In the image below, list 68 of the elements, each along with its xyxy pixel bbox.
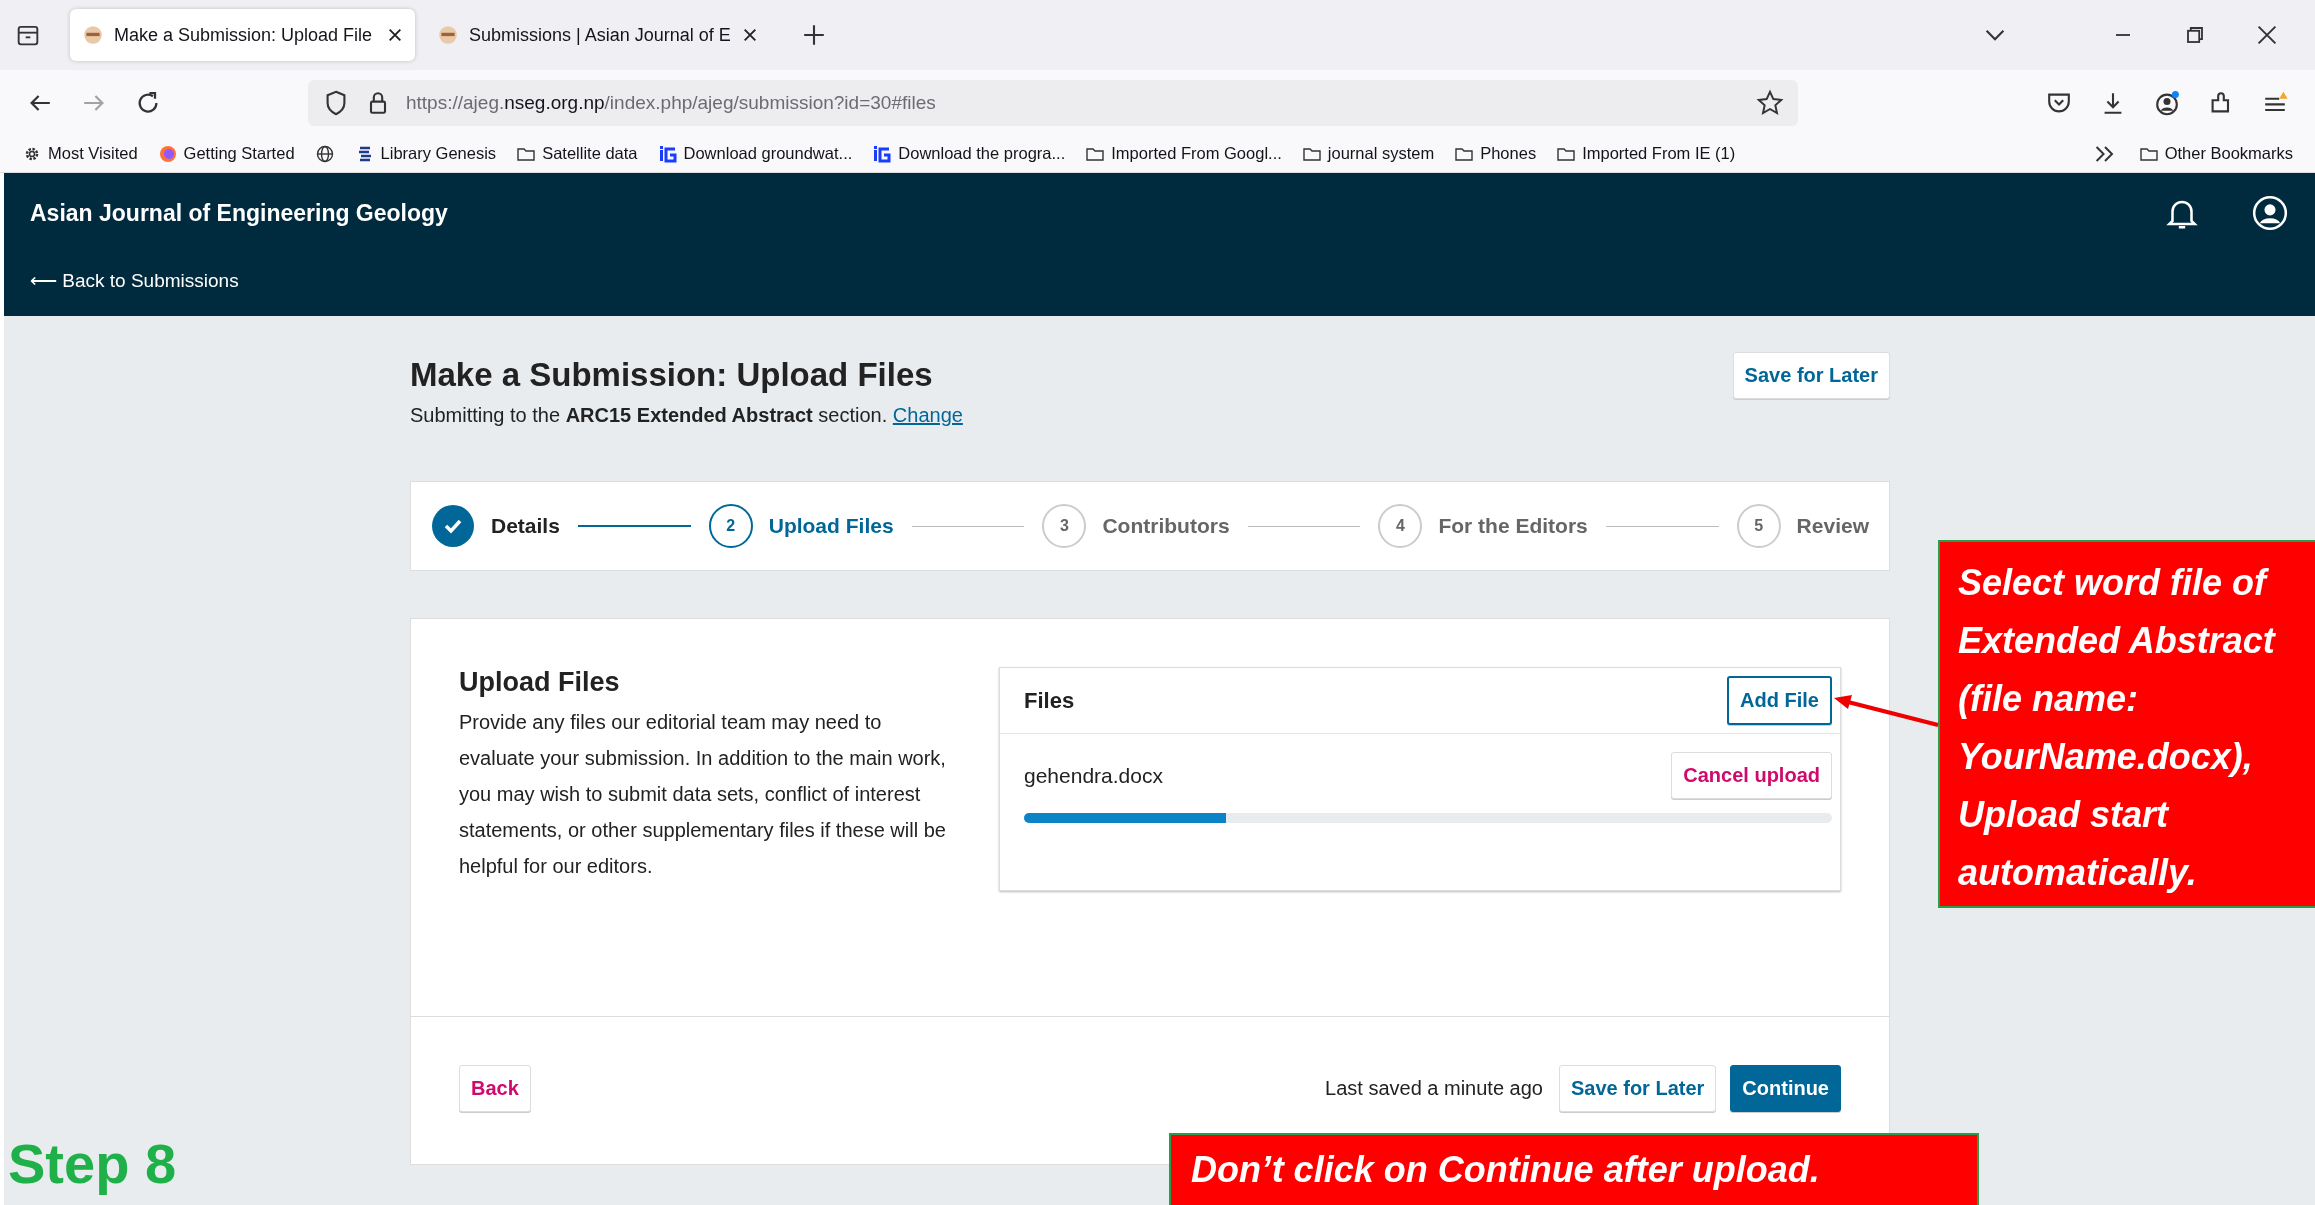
star-icon[interactable] bbox=[1756, 88, 1784, 117]
site-logo-icon bbox=[657, 143, 678, 164]
site-favicon bbox=[82, 24, 104, 46]
globe-icon[interactable] bbox=[314, 143, 335, 164]
cancel-upload-button[interactable]: Cancel upload bbox=[1671, 752, 1832, 799]
step-tab[interactable]: 2 Upload Files bbox=[708, 504, 894, 548]
bookmark-item[interactable]: Library Genesis bbox=[354, 143, 497, 164]
bookmark-item[interactable]: Other Bookmarks bbox=[2138, 143, 2293, 164]
browser-tab[interactable]: Submissions | Asian Journal of E bbox=[425, 9, 770, 61]
tab-title: Make a Submission: Upload File bbox=[114, 24, 374, 46]
step-tab[interactable]: Details bbox=[431, 504, 560, 548]
last-saved-text: Last saved a minute ago bbox=[1325, 1077, 1543, 1100]
panel-title: Files bbox=[1024, 687, 1075, 714]
bookmark-item[interactable]: Download the progra... bbox=[872, 143, 1066, 164]
site-favicon bbox=[437, 24, 459, 46]
back-link[interactable]: ⟵ Back to Submissions bbox=[30, 269, 2289, 292]
close-icon[interactable] bbox=[387, 27, 403, 43]
user-avatar-icon[interactable] bbox=[2251, 194, 2289, 232]
step-number: 5 bbox=[1736, 504, 1781, 548]
close-icon[interactable] bbox=[742, 27, 758, 43]
step-label: Step 8 bbox=[8, 1131, 177, 1196]
save-for-later-button[interactable]: Save for Later bbox=[1558, 1065, 1717, 1112]
bookmark-label: Most Visited bbox=[48, 144, 138, 163]
add-file-button[interactable]: Add File bbox=[1727, 676, 1832, 725]
browser-tab[interactable]: Make a Submission: Upload File bbox=[70, 9, 415, 61]
tab-title: Submissions | Asian Journal of E bbox=[469, 24, 732, 46]
step-tab[interactable]: 4 For the Editors bbox=[1378, 504, 1588, 548]
bookmark-item[interactable]: Getting Started bbox=[157, 143, 295, 164]
bookmark-item[interactable]: journal system bbox=[1301, 143, 1435, 164]
bookmark-label: Satellite data bbox=[542, 144, 638, 163]
step-number: 2 bbox=[708, 504, 753, 548]
bookmark-item[interactable]: Most Visited bbox=[22, 143, 138, 164]
bookmark-label: Library Genesis bbox=[380, 144, 497, 163]
site-logo-icon bbox=[872, 143, 893, 164]
description-text: Provide any files our editorial team may need to evaluate your submission. In addition to the main work, you may wish to submit data sets, conflict of interest statements, or other supplementary files if these will be helpful for our editors. bbox=[459, 710, 947, 879]
step-number: 4 bbox=[1378, 504, 1423, 548]
url-text: https://ajeg.nseg.org.np/index.php/ajeg/submission?id=30#files bbox=[406, 91, 936, 114]
bookmark-item[interactable]: Download groundwat... bbox=[657, 143, 853, 164]
bookmark-label: Other Bookmarks bbox=[2164, 144, 2293, 163]
address-bar[interactable]: https://ajeg.nseg.org.np/index.php/ajeg/submission?id=30#files bbox=[308, 79, 1798, 126]
step-tab[interactable]: 5 Review bbox=[1736, 504, 1869, 548]
bookmark-item[interactable]: Imported From IE (1) bbox=[1556, 143, 1736, 164]
account-icon[interactable] bbox=[2153, 88, 2181, 117]
site-title[interactable]: Asian Journal of Engineering Geology bbox=[30, 199, 448, 227]
change-link[interactable]: Change bbox=[892, 404, 963, 426]
bookmark-label: Download the progra... bbox=[898, 144, 1066, 163]
page-title: Make a Submission: Upload Files bbox=[410, 356, 934, 394]
back-button[interactable]: Back bbox=[459, 1065, 531, 1112]
bookmark-label: Imported From Googl... bbox=[1111, 144, 1282, 163]
bookmark-label: journal system bbox=[1327, 144, 1435, 163]
callout-note: Select word file of Extended Abstract (file name: YourName.docx), Upload start automatically. bbox=[1938, 540, 2315, 908]
continue-button[interactable]: Continue bbox=[1730, 1065, 1841, 1112]
bookmark-label: Phones bbox=[1480, 144, 1537, 163]
step-tab[interactable]: 3 Contributors bbox=[1042, 504, 1230, 548]
bookmark-label: Imported From IE (1) bbox=[1582, 144, 1736, 163]
bookmark-item[interactable]: Imported From Googl... bbox=[1085, 143, 1282, 164]
step-number: 3 bbox=[1042, 504, 1087, 548]
file-name: gehendra.docx bbox=[1024, 763, 1163, 788]
bookmark-label: Getting Started bbox=[183, 144, 295, 163]
warning-note: Don’t click on Continue after upload. bbox=[1169, 1133, 1979, 1205]
section-info: Submitting to the ARC15 Extended Abstract section. bbox=[410, 404, 888, 426]
bookmark-item[interactable]: Satellite data bbox=[516, 143, 638, 164]
check-circle-icon bbox=[431, 504, 475, 548]
save-for-later-button[interactable]: Save for Later bbox=[1732, 352, 1890, 399]
section-heading: Upload Files bbox=[459, 667, 621, 698]
bookmark-label: Download groundwat... bbox=[683, 144, 853, 163]
browser-logo-icon bbox=[157, 143, 178, 164]
bookmark-item[interactable]: Phones bbox=[1454, 143, 1537, 164]
